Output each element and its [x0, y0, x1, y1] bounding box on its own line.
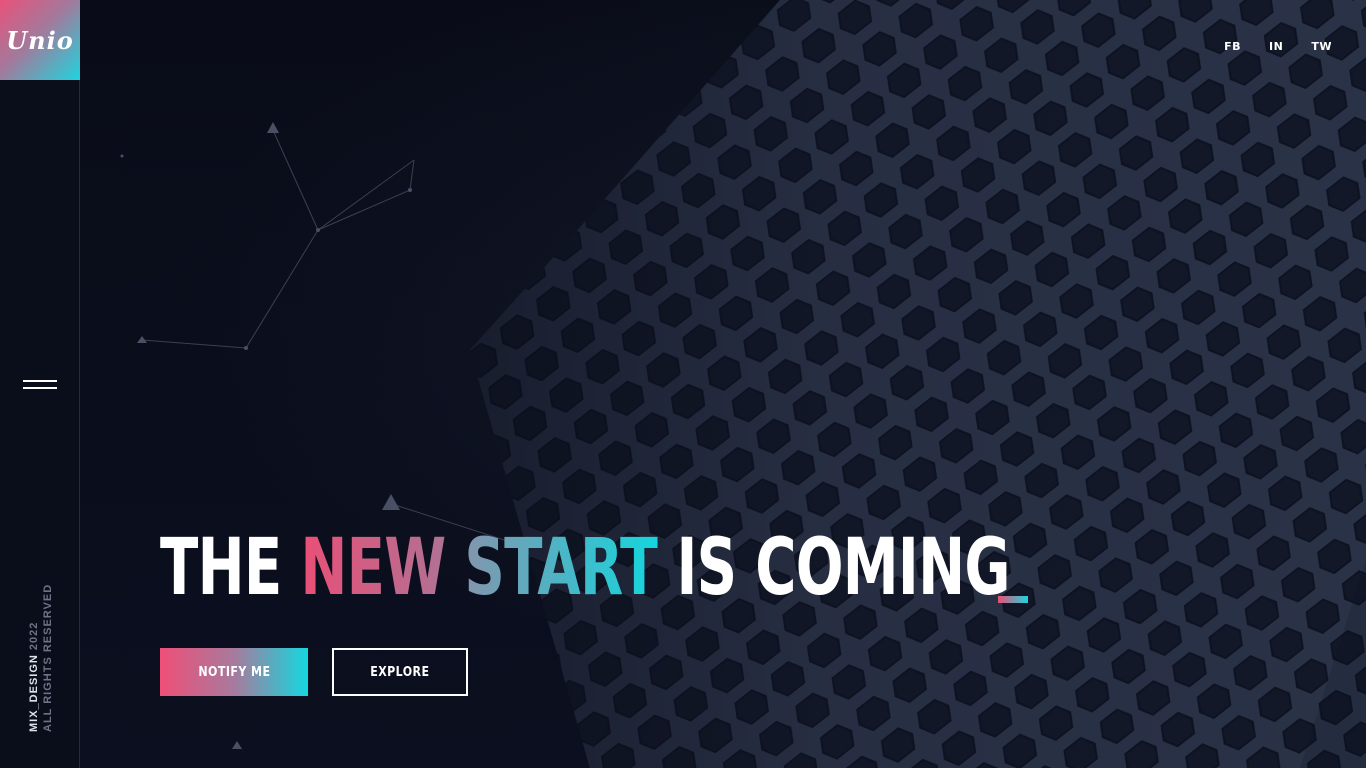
logo-text: Unio	[6, 25, 74, 55]
social-link-twitter[interactable]: TW	[1311, 40, 1332, 53]
hamburger-menu-icon[interactable]	[23, 378, 57, 392]
social-link-facebook[interactable]: FB	[1224, 40, 1241, 53]
notify-me-button[interactable]: NOTIFY ME	[160, 648, 308, 696]
logo[interactable]: Unio	[0, 0, 80, 80]
copyright-year: 2022	[28, 621, 40, 651]
headline-word-is-coming: IS COMING	[676, 523, 1010, 613]
social-link-instagram[interactable]: IN	[1269, 40, 1283, 53]
copyright-rights: ALL RIGHTS RESERVED	[42, 583, 54, 732]
headline-word-new: NEW	[300, 523, 446, 613]
social-links: FB IN TW	[1196, 40, 1332, 53]
hero-headline: THE NEW START IS COMING	[160, 520, 1010, 616]
explore-label: EXPLORE	[370, 664, 430, 680]
copyright-brand: MIX_DESIGN	[28, 654, 40, 732]
sidebar: Unio MIX_DESIGN 2022 ALL RIGHTS RESERVED	[0, 0, 80, 768]
headline-cursor	[998, 596, 1028, 603]
copyright-text: MIX_DESIGN 2022 ALL RIGHTS RESERVED	[27, 584, 55, 732]
notify-me-label: NOTIFY ME	[197, 664, 271, 680]
headline-word-the: THE	[160, 523, 282, 613]
headline-word-start: START	[464, 523, 658, 613]
explore-button[interactable]: EXPLORE	[332, 648, 468, 696]
